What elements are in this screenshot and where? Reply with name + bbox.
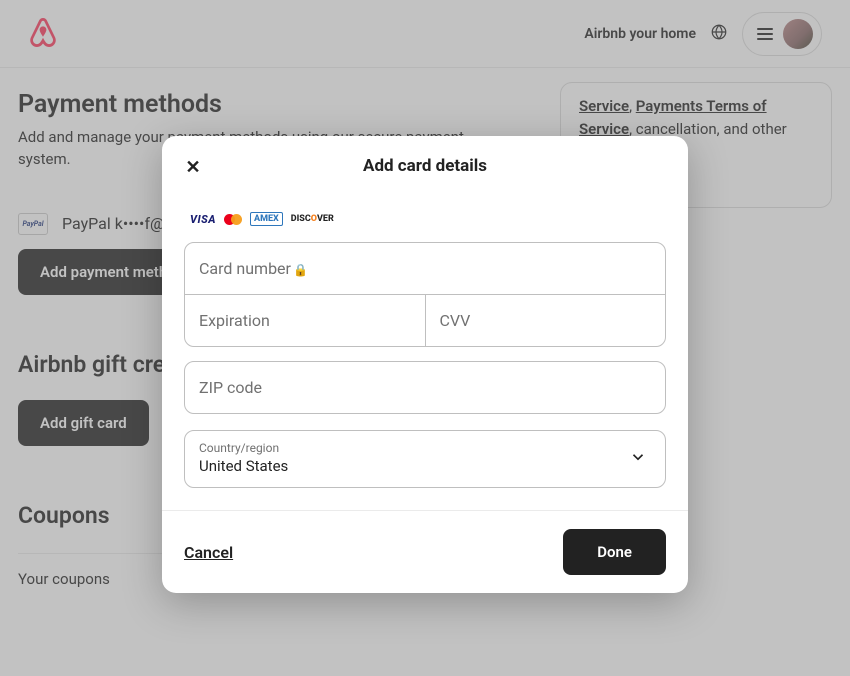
- add-card-modal: ✕ Add card details VISA AMEX DISCOVER Ca…: [162, 136, 688, 593]
- modal-header: ✕ Add card details: [162, 136, 688, 196]
- amex-icon: AMEX: [250, 212, 283, 226]
- mastercard-icon: [224, 212, 242, 226]
- done-button[interactable]: Done: [563, 529, 666, 575]
- country-select[interactable]: Country/region United States: [184, 430, 666, 488]
- cvv-input[interactable]: CVV: [425, 294, 666, 346]
- country-value: United States: [199, 457, 651, 475]
- discover-icon: DISCOVER: [291, 212, 334, 226]
- lock-icon: 🔒: [293, 263, 308, 277]
- card-number-placeholder: Card number: [199, 259, 291, 278]
- zip-input[interactable]: ZIP code: [185, 362, 665, 413]
- chevron-down-icon: [629, 448, 647, 470]
- card-brand-row: VISA AMEX DISCOVER: [190, 212, 666, 226]
- visa-icon: VISA: [190, 212, 216, 226]
- cancel-button[interactable]: Cancel: [184, 543, 233, 562]
- modal-footer: Cancel Done: [162, 510, 688, 593]
- card-fields: Card number🔒 Expiration CVV: [184, 242, 666, 347]
- card-number-input[interactable]: Card number🔒: [185, 243, 665, 294]
- modal-title: Add card details: [363, 156, 487, 176]
- country-label: Country/region: [199, 441, 651, 455]
- expiration-input[interactable]: Expiration: [185, 294, 425, 346]
- close-icon[interactable]: ✕: [182, 156, 204, 178]
